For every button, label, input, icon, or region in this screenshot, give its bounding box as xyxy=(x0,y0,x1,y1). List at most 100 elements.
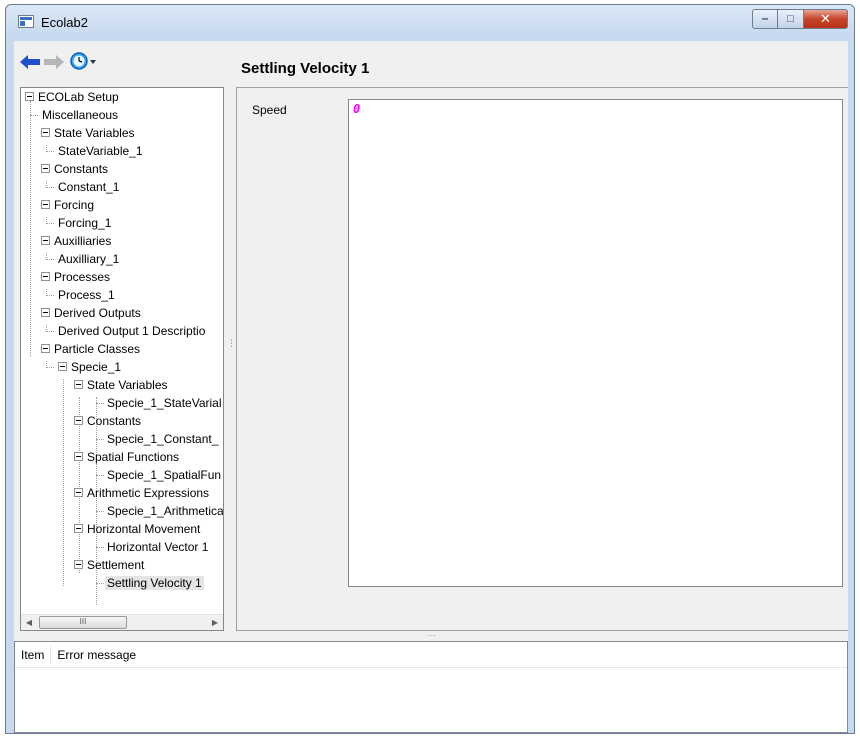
tree-node-label: StateVariable_1 xyxy=(58,144,143,158)
back-arrow-icon[interactable] xyxy=(20,55,40,69)
tree-node-label: State Variables xyxy=(87,378,168,392)
forward-arrow-icon[interactable] xyxy=(44,55,64,69)
tree-connector xyxy=(96,403,104,404)
client-area: Settling Velocity 1 ECOLab Setup Miscell… xyxy=(14,41,848,733)
window-title: Ecolab2 xyxy=(41,15,88,30)
tree-node-label: Horizontal Movement xyxy=(87,522,201,536)
collapse-icon[interactable] xyxy=(74,452,83,461)
tree-node-label: Constants xyxy=(54,162,109,176)
tree-node-statevariable-1[interactable]: StateVariable_1 xyxy=(58,142,143,160)
column-header-item[interactable]: Item xyxy=(15,645,52,664)
minimize-button[interactable]: ‒ xyxy=(752,9,778,29)
tree-node-label: Specie_1_StateVarial xyxy=(107,396,222,410)
tree-node-specie-1[interactable]: Specie_1 xyxy=(58,358,121,376)
tree-node-label: Process_1 xyxy=(58,288,115,302)
vertical-splitter[interactable]: ⋮ xyxy=(227,339,236,355)
error-list-header: Item Error message xyxy=(15,642,847,668)
tree-node-process-1[interactable]: Process_1 xyxy=(58,286,115,304)
tree-node-specie-constant[interactable]: Specie_1_Constant_ xyxy=(107,430,218,448)
detail-panel: Speed 0 xyxy=(236,87,848,631)
tree-connector xyxy=(96,583,104,584)
tree-node-label: Specie_1 xyxy=(71,360,122,374)
tree-connector xyxy=(46,331,54,332)
tree-node-label: Specie_1_SpatialFun xyxy=(107,468,222,482)
tree-node-label: Forcing xyxy=(54,198,95,212)
tree-horizontal-scrollbar[interactable]: ◀ III ▶ xyxy=(21,614,223,630)
scroll-left-icon[interactable]: ◀ xyxy=(21,615,37,630)
tree-node-state-variables[interactable]: State Variables xyxy=(41,124,135,142)
collapse-icon[interactable] xyxy=(58,362,67,371)
clock-dropdown-icon[interactable] xyxy=(69,51,99,71)
collapse-icon[interactable] xyxy=(74,524,83,533)
tree-node-label: Auxilliaries xyxy=(54,234,112,248)
tree-node-label: Constants xyxy=(87,414,142,428)
tree-node-forcing[interactable]: Forcing xyxy=(41,196,94,214)
column-header-error-message[interactable]: Error message xyxy=(51,646,142,664)
page-title: Settling Velocity 1 xyxy=(241,60,370,77)
tree-connector xyxy=(46,367,54,368)
tree-node-horizontal-movement[interactable]: Horizontal Movement xyxy=(74,520,200,538)
tree-node-arithmetic-expressions[interactable]: Arithmetic Expressions xyxy=(74,484,209,502)
speed-value: 0 xyxy=(353,102,361,116)
tree-node-constants[interactable]: Constants xyxy=(41,160,108,178)
scroll-right-icon[interactable]: ▶ xyxy=(207,615,223,630)
tree-connector xyxy=(46,295,54,296)
tree-node-forcing-1[interactable]: Forcing_1 xyxy=(58,214,111,232)
tree-node-label: Specie_1_Constant_ xyxy=(107,432,219,446)
horizontal-splitter[interactable]: ··· xyxy=(14,631,848,641)
tree-node-label: Settlement xyxy=(87,558,145,572)
collapse-icon[interactable] xyxy=(74,380,83,389)
tree-node-label: Constant_1 xyxy=(58,180,120,194)
tree-node-auxilliary-1[interactable]: Auxilliary_1 xyxy=(58,250,119,268)
tree-node-derived-output-1[interactable]: Derived Output 1 Descriptio xyxy=(58,322,205,340)
tree-node-label: Auxilliary_1 xyxy=(58,252,120,266)
tree-node-label: Forcing_1 xyxy=(58,216,112,230)
collapse-icon[interactable] xyxy=(74,560,83,569)
tree-node-settlement[interactable]: Settlement xyxy=(74,556,144,574)
tree-connector xyxy=(96,547,104,548)
tree-node-ecolab-setup[interactable]: ECOLab Setup xyxy=(25,88,119,106)
speed-editor[interactable]: 0 xyxy=(348,99,843,587)
error-list[interactable]: Item Error message xyxy=(14,641,848,733)
tree-node-specie-constants[interactable]: Constants xyxy=(74,412,141,430)
collapse-icon[interactable] xyxy=(41,272,50,281)
collapse-icon[interactable] xyxy=(74,416,83,425)
tree-node-miscellaneous[interactable]: Miscellaneous xyxy=(42,106,118,124)
tree-connector xyxy=(96,439,104,440)
tree-node-particle-classes[interactable]: Particle Classes xyxy=(41,340,140,358)
collapse-icon[interactable] xyxy=(25,92,34,101)
tree-node-spatial-functions[interactable]: Spatial Functions xyxy=(74,448,179,466)
close-button[interactable]: ✕ xyxy=(804,9,848,29)
tree-node-label: State Variables xyxy=(54,126,135,140)
tree-node-label: ECOLab Setup xyxy=(38,90,119,104)
collapse-icon[interactable] xyxy=(41,128,50,137)
collapse-icon[interactable] xyxy=(41,344,50,353)
tree-connector xyxy=(46,223,54,224)
tree-connector xyxy=(30,115,38,116)
collapse-icon[interactable] xyxy=(41,308,50,317)
tree-connector xyxy=(96,475,104,476)
tree-node-horizontal-vector-1[interactable]: Horizontal Vector 1 xyxy=(107,538,208,556)
app-icon xyxy=(18,15,34,28)
title-bar[interactable]: Ecolab2 ‒ □ ✕ xyxy=(6,5,854,41)
tree-node-specie-statevariable[interactable]: Specie_1_StateVarial xyxy=(107,394,222,412)
tree-node-settling-velocity-1[interactable]: Settling Velocity 1 xyxy=(105,574,204,592)
tree-node-processes[interactable]: Processes xyxy=(41,268,110,286)
tree-node-label: Arithmetic Expressions xyxy=(87,486,210,500)
tree-node-label: Spatial Functions xyxy=(87,450,180,464)
setup-tree[interactable]: ECOLab Setup Miscellaneous State Variabl… xyxy=(20,87,224,631)
tree-connector xyxy=(63,379,64,586)
tree-node-derived-outputs[interactable]: Derived Outputs xyxy=(41,304,141,322)
collapse-icon[interactable] xyxy=(74,488,83,497)
tree-node-specie-state-variables[interactable]: State Variables xyxy=(74,376,168,394)
tree-node-label: Specie_1_Arithmetica xyxy=(107,504,223,518)
scroll-thumb[interactable]: III xyxy=(39,616,127,629)
tree-node-specie-arithmetic[interactable]: Specie_1_Arithmetica xyxy=(107,502,223,520)
tree-node-auxilliaries[interactable]: Auxilliaries xyxy=(41,232,111,250)
tree-node-constant-1[interactable]: Constant_1 xyxy=(58,178,119,196)
collapse-icon[interactable] xyxy=(41,164,50,173)
collapse-icon[interactable] xyxy=(41,236,50,245)
collapse-icon[interactable] xyxy=(41,200,50,209)
maximize-button[interactable]: □ xyxy=(778,9,804,29)
tree-node-specie-spatial-function[interactable]: Specie_1_SpatialFun xyxy=(107,466,221,484)
